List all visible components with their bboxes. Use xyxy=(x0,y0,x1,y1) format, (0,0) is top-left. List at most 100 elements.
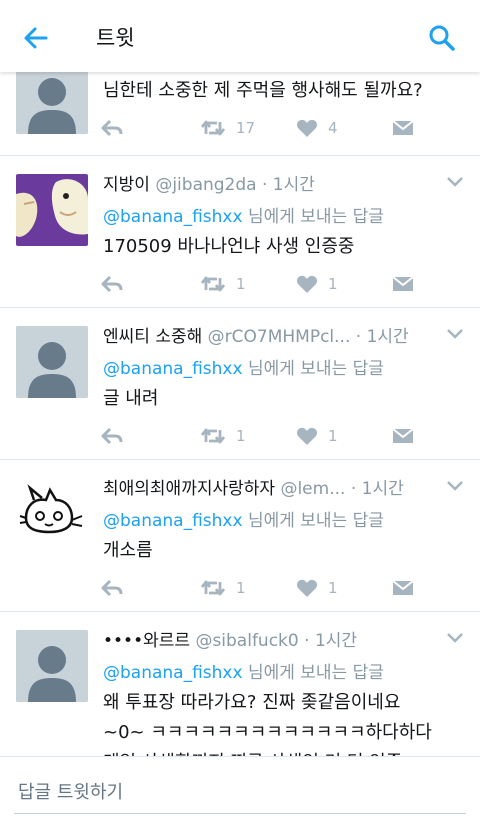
display-name[interactable]: 엔씨티 소중해 xyxy=(103,327,202,347)
default-avatar-icon xyxy=(16,630,88,702)
tweet-text: 님한테 소중한 제 주먹을 행사해도 될까요? xyxy=(103,80,423,101)
retweet-icon xyxy=(200,580,226,596)
reply-button[interactable] xyxy=(100,576,124,600)
reply-button[interactable] xyxy=(100,272,124,296)
reply-icon xyxy=(101,427,123,445)
top-bar: 트윗 xyxy=(0,0,480,72)
retweet-button[interactable]: 1 xyxy=(200,576,246,600)
retweet-icon xyxy=(200,120,226,136)
retweet-count: 1 xyxy=(236,579,246,597)
like-button[interactable]: 4 xyxy=(296,116,338,140)
avatar[interactable] xyxy=(16,174,88,246)
tweet-text: 글 내려 xyxy=(103,388,159,409)
user-handle[interactable]: @rCO7MHMPcl... xyxy=(208,327,351,347)
separator-dot: · xyxy=(304,631,310,651)
reply-context: @banana_fishxx 님에게 보내는 답글 xyxy=(103,354,384,379)
page-title: 트윗 xyxy=(96,26,135,50)
reply-mention-link[interactable]: @banana_fishxx xyxy=(103,511,243,531)
avatar[interactable] xyxy=(16,72,88,134)
reply-context: @banana_fishxx 님에게 보내는 답글 xyxy=(103,202,384,227)
tweet-feed[interactable]: 님한테 소중한 제 주먹을 행사해도 될까요? 17 4 지방이 @jibang… xyxy=(0,72,480,756)
avatar[interactable] xyxy=(16,478,88,550)
direct-message-button[interactable] xyxy=(392,576,414,600)
like-count: 1 xyxy=(328,275,338,293)
timestamp: 1시간 xyxy=(361,479,404,499)
tweet-text-line: 게임 사생할끼지 찌금 사생인 거 더 인증 xyxy=(103,748,463,756)
cartoon-avatar-icon xyxy=(16,174,88,246)
display-name[interactable]: 지방이 xyxy=(103,175,150,195)
search-button[interactable] xyxy=(424,20,460,56)
avatar[interactable] xyxy=(16,630,88,702)
cat-doodle-avatar-icon xyxy=(16,478,88,550)
tweet-text-line: ~0~ ㅋㅋㅋㅋㅋㅋㅋㅋㅋㅋㅋㅋㅋ하다하다 xyxy=(103,722,432,743)
user-handle[interactable]: @sibalfuck0 xyxy=(195,631,298,651)
tweet-text: 왜 투표장 따라가요? 진짜 좆같음이네요 ~0~ ㅋㅋㅋㅋㅋㅋㅋㅋㅋㅋㅋㅋㅋ하… xyxy=(103,688,463,756)
like-count: 1 xyxy=(328,427,338,445)
tweet-header: 엔씨티 소중해 @rCO7MHMPcl... · 1시간 xyxy=(103,322,433,347)
heart-icon xyxy=(297,579,317,597)
reply-suffix: 님에게 보내는 답글 xyxy=(242,359,384,379)
reply-icon xyxy=(101,275,123,293)
retweet-icon xyxy=(200,276,226,292)
chevron-down-icon[interactable] xyxy=(446,480,464,492)
reply-mention-link[interactable]: @banana_fishxx xyxy=(103,359,243,379)
tweet-item[interactable]: 지방이 @jibang2da · 1시간 @banana_fishxx 님에게 … xyxy=(0,156,480,308)
tweet-item[interactable]: 님한테 소중한 제 주먹을 행사해도 될까요? 17 4 xyxy=(0,72,480,156)
direct-message-icon xyxy=(392,580,414,595)
user-handle[interactable]: @jibang2da xyxy=(155,175,256,195)
retweet-count: 17 xyxy=(236,119,256,137)
like-count: 4 xyxy=(328,119,338,137)
tweet-item[interactable]: 엔씨티 소중해 @rCO7MHMPcl... · 1시간 @banana_fis… xyxy=(0,308,480,460)
reply-button[interactable] xyxy=(100,116,124,140)
separator-dot: · xyxy=(350,479,357,499)
chevron-down-icon[interactable] xyxy=(446,328,464,340)
retweet-button[interactable]: 1 xyxy=(200,424,246,448)
timestamp: 1시간 xyxy=(366,327,409,347)
timestamp: 1시간 xyxy=(314,631,358,651)
reply-suffix: 님에게 보내는 답글 xyxy=(242,207,384,227)
display-name[interactable]: 최애의최애까지사랑하자 xyxy=(103,479,275,499)
heart-icon xyxy=(297,119,317,137)
reply-mention-link[interactable]: @banana_fishxx xyxy=(103,207,243,227)
tweet-header: 지방이 @jibang2da · 1시간 xyxy=(103,170,433,195)
default-avatar-icon xyxy=(16,72,88,134)
direct-message-button[interactable] xyxy=(392,116,414,140)
direct-message-icon xyxy=(392,428,414,443)
like-button[interactable]: 1 xyxy=(296,576,338,600)
reply-context: @banana_fishxx 님에게 보내는 답글 xyxy=(103,658,384,683)
direct-message-icon xyxy=(392,120,414,135)
direct-message-button[interactable] xyxy=(392,272,414,296)
input-underline xyxy=(14,813,466,814)
like-button[interactable]: 1 xyxy=(296,424,338,448)
chevron-down-icon[interactable] xyxy=(446,632,464,644)
tweet-item[interactable]: ••••와르르 @sibalfuck0 · 1시간 @banana_fishxx… xyxy=(0,612,480,756)
reply-compose-input[interactable]: 답글 트윗하기 xyxy=(18,778,123,804)
retweet-count: 1 xyxy=(236,427,246,445)
tweet-header: ••••와르르 @sibalfuck0 · 1시간 xyxy=(103,626,433,651)
chevron-down-icon[interactable] xyxy=(446,176,464,188)
reply-icon xyxy=(101,579,123,597)
default-avatar-icon xyxy=(16,326,88,398)
retweet-icon xyxy=(200,428,226,444)
reply-mention-link[interactable]: @banana_fishxx xyxy=(103,663,243,683)
reply-compose-bar[interactable]: 답글 트윗하기 xyxy=(0,756,480,819)
heart-icon xyxy=(297,427,317,445)
back-button[interactable] xyxy=(18,20,54,56)
reply-context: @banana_fishxx 님에게 보내는 답글 xyxy=(103,506,384,531)
timestamp: 1시간 xyxy=(272,175,315,195)
separator-dot: · xyxy=(355,327,362,347)
direct-message-button[interactable] xyxy=(392,424,414,448)
tweet-text-line: 왜 투표장 따라가요? 진짜 좆같음이네요 xyxy=(103,692,401,713)
heart-icon xyxy=(297,275,317,293)
tweet-item[interactable]: 최애의최애까지사랑하자 @lem... · 1시간 @banana_fishxx… xyxy=(0,460,480,612)
retweet-button[interactable]: 1 xyxy=(200,272,246,296)
tweet-text: 개소름 xyxy=(103,540,153,561)
reply-button[interactable] xyxy=(100,424,124,448)
avatar[interactable] xyxy=(16,326,88,398)
retweet-button[interactable]: 17 xyxy=(200,116,255,140)
retweet-count: 1 xyxy=(236,275,246,293)
display-name[interactable]: ••••와르르 xyxy=(103,631,190,651)
like-button[interactable]: 1 xyxy=(296,272,338,296)
user-handle[interactable]: @lem... xyxy=(280,479,345,499)
tweet-header: 최애의최애까지사랑하자 @lem... · 1시간 xyxy=(103,474,433,499)
